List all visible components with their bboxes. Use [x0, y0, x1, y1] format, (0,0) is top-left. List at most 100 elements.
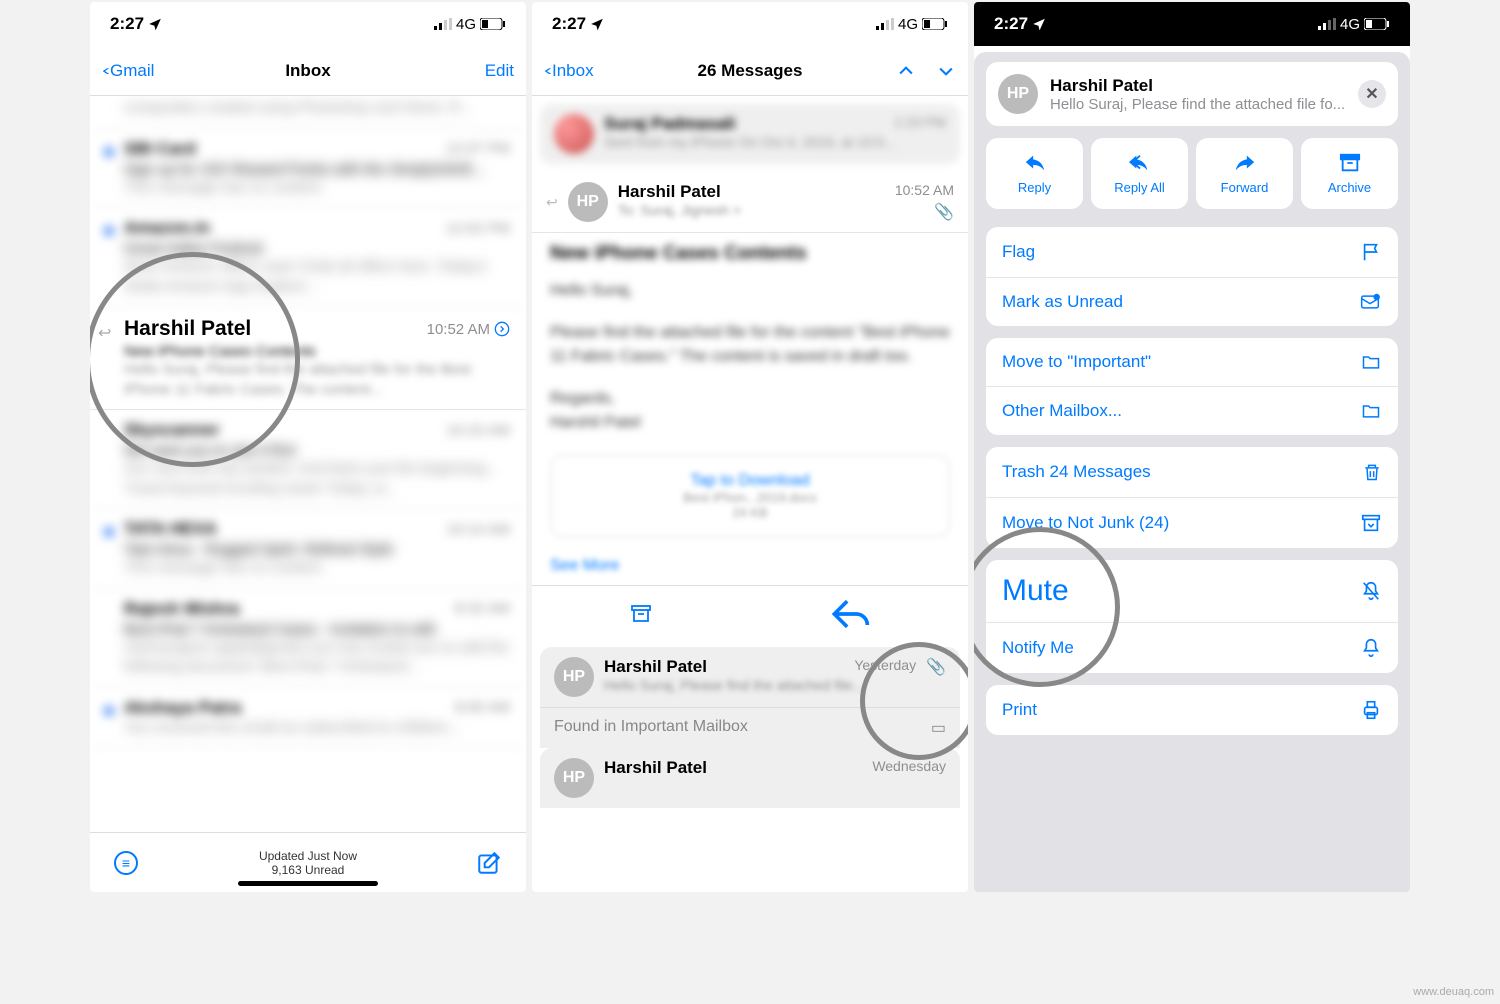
close-button[interactable]: ✕ [1358, 80, 1386, 108]
archive-icon[interactable] [629, 602, 653, 626]
unread-dot [104, 226, 114, 236]
folder-icon: ▭ [931, 718, 946, 738]
found-in-mailbox: Found in Important Mailbox ▭ [540, 707, 960, 748]
replied-icon: ↩ [98, 323, 111, 343]
battery-icon [480, 18, 506, 30]
edit-button[interactable]: Edit [485, 61, 514, 81]
location-icon [1032, 17, 1046, 31]
home-indicator[interactable] [238, 881, 378, 886]
trash-icon [1362, 461, 1382, 483]
back-button[interactable]: ‹ Gmail [102, 57, 154, 85]
list-item[interactable]: Skyscanner10:15 AM We want you to see it… [90, 410, 526, 509]
reply-all-button[interactable]: Reply All [1091, 138, 1188, 209]
screen-inbox: 2:27 4G ‹ Gmail Inbox Edit composites cr… [90, 2, 526, 892]
status-text: Updated Just Now 9,163 Unread [90, 849, 526, 877]
list-item-selected[interactable]: ↩ Harshil Patel 10:52 AM New iPhone Case… [90, 307, 526, 410]
nav-bar: ‹ Inbox 26 Messages [532, 46, 968, 96]
avatar: HP [554, 758, 594, 798]
quick-actions: Reply Reply All Forward Archive [986, 138, 1398, 209]
avatar: HP [568, 182, 608, 222]
other-mailbox-action[interactable]: Other Mailbox... [986, 387, 1398, 435]
folder-icon [1360, 352, 1382, 372]
print-action[interactable]: Print [986, 685, 1398, 735]
unread-dot [104, 706, 114, 716]
back-label: Inbox [552, 61, 594, 81]
chevron-left-icon: ‹ [544, 62, 552, 79]
sheet-header: HP Harshil Patel Hello Suraj, Please fin… [986, 62, 1398, 126]
recipients[interactable]: To: Suraj, Jignesh > [618, 202, 954, 218]
list-item[interactable]: Rajesh Mishra8:32 AM Best iPad 7 Kicksta… [90, 589, 526, 688]
signal-icon [1318, 18, 1336, 30]
mark-unread-action[interactable]: Mark as Unread [986, 278, 1398, 326]
attachment-icon: 📎 [926, 657, 946, 697]
mute-action[interactable]: Mute [986, 560, 1398, 623]
forward-button[interactable]: Forward [1196, 138, 1293, 209]
preview-text: Hello Suraj, Please find the attached fi… [1050, 96, 1346, 113]
list-item[interactable]: TATA HEXA10:14 AM Tata Hexa - Rugged Spi… [90, 509, 526, 589]
battery-icon [1364, 18, 1390, 30]
mail-list[interactable]: composites created using Photoshop and S… [90, 96, 526, 832]
unread-dot [104, 147, 114, 157]
previous-message[interactable]: Suraj Padmasali1:23 PM Sent from my iPho… [540, 104, 960, 164]
list-item[interactable]: composites created using Photoshop and S… [90, 96, 526, 129]
sender-name: Harshil Patel [1050, 76, 1346, 96]
screen-thread: 2:27 4G ‹ Inbox 26 Messages Suraj Padmas… [532, 2, 968, 892]
chevron-right-icon [494, 321, 510, 337]
flag-action[interactable]: Flag [986, 227, 1398, 278]
screen-action-sheet: 2:27 4G HP Harshil Patel Hello Suraj, Pl… [974, 2, 1410, 892]
bell-icon [1360, 637, 1382, 659]
next-message[interactable]: HP Harshil PatelYesterday Hello Suraj, P… [540, 647, 960, 707]
back-button[interactable]: ‹ Inbox [544, 57, 594, 85]
see-more-link[interactable]: See More [550, 557, 950, 575]
network-label: 4G [456, 16, 476, 33]
list-item[interactable]: Amazon.in12:02 PM Great Indian Festival … [90, 208, 526, 307]
chevron-left-icon: ‹ [102, 62, 110, 79]
sender-name: Harshil Patel [124, 317, 251, 341]
notify-action[interactable]: Notify Me [986, 623, 1398, 673]
status-time: 2:27 [994, 14, 1028, 34]
message-time: 10:52 AM [895, 182, 954, 198]
action-sheet: HP Harshil Patel Hello Suraj, Please fin… [974, 52, 1410, 892]
status-bar: 2:27 4G [974, 2, 1410, 46]
list-item[interactable]: Akshaya Patra8:00 AM You received this e… [90, 688, 526, 749]
battery-icon [922, 18, 948, 30]
network-label: 4G [1340, 16, 1360, 33]
location-icon [148, 17, 162, 31]
trash-action[interactable]: Trash 24 Messages [986, 447, 1398, 498]
message-body: New iPhone Cases Contents Hello Suraj, P… [532, 233, 968, 585]
reply-icon[interactable] [827, 592, 871, 636]
location-icon [590, 17, 604, 31]
back-label: Gmail [110, 61, 154, 81]
subject: New iPhone Cases Contents [550, 243, 950, 265]
unread-dot [104, 527, 114, 537]
bottom-message[interactable]: HP Harshil PatelWednesday [540, 748, 960, 808]
print-icon [1360, 699, 1382, 721]
nav-title: Inbox [90, 61, 526, 81]
attachment[interactable]: Tap to Download Best iPhon...2019.docx 2… [550, 455, 950, 537]
avatar: HP [998, 74, 1038, 114]
bell-slash-icon [1360, 580, 1382, 602]
folder-icon [1360, 401, 1382, 421]
envelope-icon [1358, 292, 1382, 312]
attachment-icon: 📎 [934, 202, 954, 222]
watermark: www.deuaq.com [1413, 986, 1494, 998]
junk-action[interactable]: Move to Not Junk (24) [986, 498, 1398, 548]
status-bar: 2:27 4G [532, 2, 968, 46]
prev-message-button[interactable] [896, 61, 916, 81]
avatar: HP [554, 657, 594, 697]
move-action[interactable]: Move to "Important" [986, 338, 1398, 387]
flag-icon [1360, 241, 1382, 263]
status-time: 2:27 [110, 14, 144, 34]
archive-button[interactable]: Archive [1301, 138, 1398, 209]
status-time: 2:27 [552, 14, 586, 34]
list-item[interactable]: SBI Card12:07 PM Sign up for 10X Reward … [90, 129, 526, 209]
nav-bar: ‹ Gmail Inbox Edit [90, 46, 526, 96]
message-time: 10:52 AM [427, 321, 510, 338]
next-message-button[interactable] [936, 61, 956, 81]
avatar [554, 114, 594, 154]
signal-icon [876, 18, 894, 30]
junk-icon [1360, 512, 1382, 534]
reply-button[interactable]: Reply [986, 138, 1083, 209]
message-header[interactable]: ↩ HP Harshil Patel10:52 AM To: Suraj, Ji… [532, 172, 968, 233]
signal-icon [434, 18, 452, 30]
